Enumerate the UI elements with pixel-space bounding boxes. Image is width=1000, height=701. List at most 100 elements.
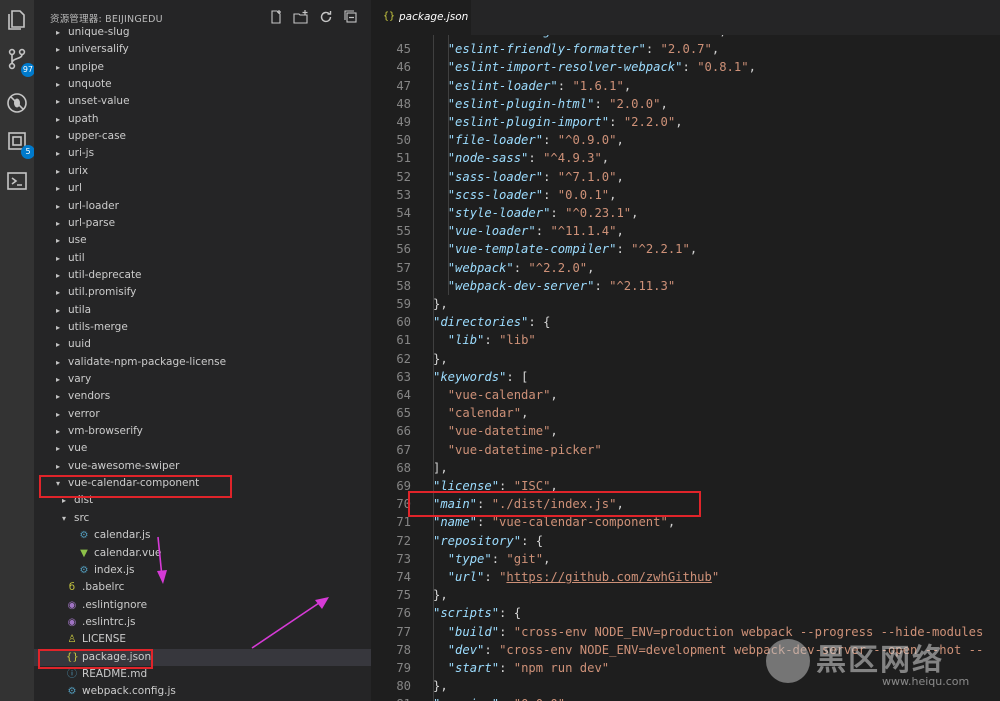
code-line[interactable]: 51 "node-sass": "^4.9.3", [371, 149, 1000, 167]
code-line[interactable]: 59}, [371, 295, 1000, 313]
tab-package-json[interactable]: {} package.json [371, 0, 471, 35]
code-line[interactable]: 56 "vue-template-compiler": "^2.2.1", [371, 240, 1000, 258]
code-line[interactable]: 48 "eslint-plugin-html": "2.0.0", [371, 95, 1000, 113]
chevron-right-icon[interactable]: ▸ [56, 145, 60, 162]
tree-item[interactable]: ▸ uuid [34, 336, 371, 353]
code-line[interactable]: 53 "scss-loader": "0.0.1", [371, 186, 1000, 204]
code-line[interactable]: 54 "style-loader": "^0.23.1", [371, 204, 1000, 222]
tree-item[interactable]: ⚙ webpack.config.js [34, 683, 371, 700]
tree-item[interactable]: ▸ uri-js [34, 145, 371, 162]
chevron-right-icon[interactable]: ▸ [56, 388, 60, 405]
code-line[interactable]: 58 "webpack-dev-server": "^2.11.3" [371, 277, 1000, 295]
code-line[interactable]: 46 "eslint-import-resolver-webpack": "0.8… [371, 58, 1000, 76]
tree-item[interactable]: ▸ urix [34, 163, 371, 180]
new-file-icon[interactable] [268, 9, 284, 25]
code-line[interactable]: 49 "eslint-plugin-import": "2.2.0", [371, 113, 1000, 131]
files-icon[interactable] [5, 8, 29, 32]
code-line[interactable]: 66 "vue-datetime", [371, 422, 1000, 440]
tree-item[interactable]: ▾ src [34, 510, 371, 527]
tree-item[interactable]: ◉ .eslintrc.js [34, 614, 371, 631]
chevron-right-icon[interactable]: ▸ [56, 180, 60, 197]
tree-item[interactable]: ▸ verror [34, 406, 371, 423]
tree-item[interactable]: ▸ vm-browserify [34, 423, 371, 440]
tree-item[interactable]: ▸ vendors [34, 388, 371, 405]
collapse-all-icon[interactable] [343, 9, 359, 25]
tree-item[interactable]: ▸ unset-value [34, 93, 371, 110]
code-line[interactable]: 50 "file-loader": "^0.9.0", [371, 131, 1000, 149]
tree-item[interactable]: ▸ upath [34, 111, 371, 128]
code-line[interactable]: 62}, [371, 350, 1000, 368]
tree-item[interactable]: ♙ LICENSE [34, 631, 371, 648]
chevron-right-icon[interactable]: ▸ [56, 458, 60, 475]
chevron-right-icon[interactable]: ▸ [56, 232, 60, 249]
tree-item[interactable]: б .babelrc [34, 579, 371, 596]
chevron-right-icon[interactable]: ▸ [56, 354, 60, 371]
chevron-right-icon[interactable]: ▸ [56, 93, 60, 110]
chevron-right-icon[interactable]: ▸ [56, 250, 60, 267]
source-control-icon[interactable]: 97 [5, 47, 35, 77]
chevron-right-icon[interactable]: ▸ [56, 76, 60, 93]
refresh-icon[interactable] [318, 9, 334, 25]
code-line[interactable]: 73 "type": "git", [371, 550, 1000, 568]
code-line[interactable]: 76 "scripts": { [371, 604, 1000, 622]
code-line[interactable]: 72 "repository": { [371, 532, 1000, 550]
tree-item[interactable]: ▸ vary [34, 371, 371, 388]
debug-icon[interactable] [5, 91, 29, 115]
chevron-right-icon[interactable]: ▸ [56, 284, 60, 301]
code-line[interactable]: 81 "version": "0.0.0" [371, 695, 1000, 701]
chevron-right-icon[interactable]: ▸ [56, 128, 60, 145]
code-line[interactable]: 52 "sass-loader": "^7.1.0", [371, 168, 1000, 186]
tree-item[interactable]: ▸ util-deprecate [34, 267, 371, 284]
tree-item[interactable]: ▸ url-parse [34, 215, 371, 232]
chevron-right-icon[interactable]: ▸ [56, 302, 60, 319]
extensions-icon[interactable]: 5 [5, 129, 35, 159]
tree-item[interactable]: ▸ upper-case [34, 128, 371, 145]
new-folder-icon[interactable] [293, 9, 309, 25]
tree-item[interactable]: ▸ util.promisify [34, 284, 371, 301]
chevron-right-icon[interactable]: ▸ [56, 336, 60, 353]
tree-item[interactable]: ▸ url-loader [34, 198, 371, 215]
chevron-down-icon[interactable]: ▾ [62, 510, 66, 527]
terminal-icon[interactable] [5, 169, 29, 193]
chevron-right-icon[interactable]: ▸ [56, 423, 60, 440]
code-line[interactable]: 63 "keywords": [ [371, 368, 1000, 386]
tree-item[interactable]: ▼ calendar.vue [34, 545, 371, 562]
tree-item[interactable]: ▸ validate-npm-package-license [34, 354, 371, 371]
code-line[interactable]: 75}, [371, 586, 1000, 604]
tree-item[interactable]: ▸ universalify [34, 41, 371, 58]
tree-item[interactable]: ◉ .eslintignore [34, 597, 371, 614]
chevron-right-icon[interactable]: ▸ [56, 215, 60, 232]
tree-item[interactable]: ▸ utila [34, 302, 371, 319]
tree-item[interactable]: ▸ util [34, 250, 371, 267]
chevron-right-icon[interactable]: ▸ [56, 267, 60, 284]
tree-item[interactable]: ▸ vue [34, 440, 371, 457]
tree-item[interactable]: ▸ unique-slug [34, 24, 371, 41]
tree-item[interactable]: ▸ use [34, 232, 371, 249]
code-line[interactable]: 60 "directories": { [371, 313, 1000, 331]
chevron-right-icon[interactable]: ▸ [56, 111, 60, 128]
code-line[interactable]: 61 "lib": "lib" [371, 331, 1000, 349]
tree-item[interactable]: ⚙ index.js [34, 562, 371, 579]
chevron-right-icon[interactable]: ▸ [56, 59, 60, 76]
code-token[interactable]: https://github.com/zwhGithub [506, 570, 711, 584]
chevron-right-icon[interactable]: ▸ [56, 41, 60, 58]
tree-item[interactable]: ⚙ calendar.js [34, 527, 371, 544]
chevron-right-icon[interactable]: ▸ [56, 319, 60, 336]
chevron-right-icon[interactable]: ▸ [56, 371, 60, 388]
code-line[interactable]: 64 "vue-calendar", [371, 386, 1000, 404]
code-line[interactable]: 55 "vue-loader": "^11.1.4", [371, 222, 1000, 240]
tree-item[interactable]: ▸ vue-awesome-swiper [34, 458, 371, 475]
chevron-right-icon[interactable]: ▸ [56, 198, 60, 215]
code-line[interactable]: 74 "url": "https://github.com/zwhGithub" [371, 568, 1000, 586]
code-line[interactable]: 67 "vue-datetime-picker" [371, 441, 1000, 459]
code-line[interactable]: 68], [371, 459, 1000, 477]
chevron-right-icon[interactable]: ▸ [56, 406, 60, 423]
code-line[interactable]: 45 "eslint-friendly-formatter": "2.0.7", [371, 40, 1000, 58]
tree-item[interactable]: ▸ utils-merge [34, 319, 371, 336]
code-line[interactable]: 57 "webpack": "^2.2.0", [371, 259, 1000, 277]
chevron-right-icon[interactable]: ▸ [56, 24, 60, 41]
tree-item[interactable]: ▸ unquote [34, 76, 371, 93]
chevron-right-icon[interactable]: ▸ [56, 163, 60, 180]
code-line[interactable]: 65 "calendar", [371, 404, 1000, 422]
chevron-right-icon[interactable]: ▸ [56, 440, 60, 457]
